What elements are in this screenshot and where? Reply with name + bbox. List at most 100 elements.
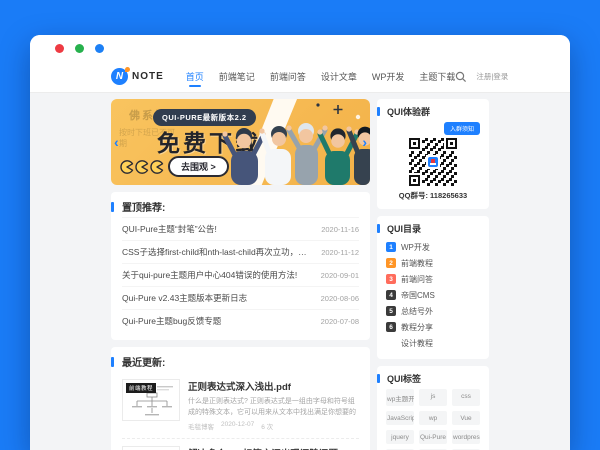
rank-badge: 1 (386, 242, 396, 252)
nav-item-home[interactable]: 首页 (186, 65, 204, 88)
directory-header: QUI目录 (377, 222, 480, 235)
pinned-post-date: 2020-08-06 (321, 294, 359, 303)
article-title[interactable]: 正则表达式深入浅出.pdf (188, 379, 359, 393)
pinned-post-title[interactable]: CSS子选择first-child和nth-last-child再次立功，你还没… (122, 246, 313, 258)
tag-item[interactable]: wp主题开发 (386, 389, 414, 406)
article-author[interactable]: 毛毯博客 (188, 421, 214, 431)
section-accent-bar (377, 107, 380, 116)
rank-badge: 3 (386, 274, 396, 284)
directory-item-frontend-tutorial[interactable]: 2 前端教程 (386, 255, 480, 271)
window-maximize-button[interactable] (95, 44, 104, 53)
rank-badge: 6 (386, 322, 396, 332)
rank-badge: 5 (386, 306, 396, 316)
pinned-posts-card: 置顶推荐: QUI-Pure主题“封笔”公告! 2020-11-16 CSS子选… (111, 192, 370, 340)
article-title[interactable]: 解决多个img标签之间出现间隙问题 (188, 446, 359, 450)
article-row[interactable]: 前端教程 (122, 372, 359, 439)
qq-group-card: QUI体验群 入群须知 (377, 99, 489, 209)
rank-badge: 2 (386, 258, 396, 268)
pinned-post-row[interactable]: CSS子选择first-child和nth-last-child再次立功，你还没… (122, 240, 359, 263)
directory-item-wp-dev[interactable]: 1 WP开发 (386, 239, 480, 255)
section-accent-bar (377, 374, 380, 383)
qq-group-header: QUI体验群 (377, 105, 480, 118)
qq-group-title: QUI体验群 (387, 105, 430, 118)
tag-item[interactable]: wp (419, 411, 447, 425)
nav-item-frontend-notes[interactable]: 前端笔记 (219, 65, 255, 88)
directory-item-label: 前端问答 (401, 274, 433, 285)
nav-item-wp-dev[interactable]: WP开发 (372, 65, 405, 88)
pinned-post-row[interactable]: Qui-Pure v2.43主题版本更新日志 2020-08-06 (122, 286, 359, 309)
register-login-link[interactable]: 注册|登录 (476, 71, 508, 82)
tags-header: QUI标签 (377, 372, 480, 385)
tag-item[interactable]: Vue (452, 411, 480, 425)
directory-item-summary[interactable]: 5 总结号外 (386, 303, 480, 319)
directory-item-label: 前端教程 (401, 258, 433, 269)
pacman-icons (119, 159, 165, 175)
section-accent-bar (111, 357, 114, 367)
article-thumbnail[interactable]: 前端教程 (122, 446, 180, 450)
window-close-button[interactable] (55, 44, 64, 53)
pinned-post-title[interactable]: QUI-Pure主题“封笔”公告! (122, 223, 217, 235)
directory-item-empirecms[interactable]: 4 帝国CMS (386, 287, 480, 303)
recent-updates-card: 最近更新: 前端教程 (111, 347, 370, 450)
tag-item[interactable]: js (419, 389, 447, 406)
tags-title: QUI标签 (387, 372, 421, 385)
pinned-post-title[interactable]: Qui-Pure主题bug反馈专题 (122, 315, 221, 327)
section-accent-bar (377, 224, 380, 233)
nav-item-frontend-qa[interactable]: 前端问答 (270, 65, 306, 88)
pinned-post-row[interactable]: QUI-Pure主题“封笔”公告! 2020-11-16 (122, 217, 359, 240)
rank-badge: 4 (386, 290, 396, 300)
group-notice-badge[interactable]: 入群须知 (444, 122, 480, 135)
pinned-post-date: 2020-11-16 (321, 225, 359, 234)
promo-banner[interactable]: 佛系搬砖 按时下班已不可期 QUI-PURE最新版本2.2 免费下载 去围观 > (111, 99, 370, 185)
pinned-post-date: 2020-11-12 (321, 248, 359, 257)
directory-item-label: 帝国CMS (401, 290, 435, 301)
banner-illustration (218, 99, 370, 185)
directory-card: QUI目录 1 WP开发 2 前端教程 3 前端问答 4 帝国CMS (377, 216, 489, 359)
tag-item[interactable]: wordpress (452, 430, 480, 444)
article-row[interactable]: 前端教程 (122, 439, 359, 450)
pinned-post-title[interactable]: 关于qui-pure主题用户中心404错误的使用方法! (122, 269, 297, 281)
carousel-next-icon[interactable]: › (362, 135, 367, 149)
directory-item-tutorial-share[interactable]: 6 教程分享 (386, 319, 480, 335)
directory-item-label: 教程分享 (401, 322, 433, 333)
tag-cloud: wp主题开发 js css JavaScript wp Vue jquery Q… (386, 389, 480, 450)
pinned-post-date: 2020-07-08 (321, 317, 359, 326)
pinned-post-row[interactable]: 关于qui-pure主题用户中心404错误的使用方法! 2020-09-01 (122, 263, 359, 286)
pinned-post-row[interactable]: Qui-Pure主题bug反馈专题 2020-07-08 (122, 309, 359, 332)
pinned-posts-title: 置顶推荐: (122, 199, 165, 214)
carousel-prev-icon[interactable]: ‹ (114, 135, 119, 149)
article-views: 6 次 (261, 421, 273, 431)
main-nav: 首页 前端笔记 前端问答 设计文章 WP开发 主题下载 (186, 65, 456, 88)
logo-icon: N (111, 68, 128, 85)
article-excerpt: 什么是正则表达式? 正则表达式是一组由字母和符号组成的特殊文本，它可以用来从文本… (188, 396, 359, 418)
browser-window: N NOTE 首页 前端笔记 前端问答 设计文章 WP开发 主题下载 注册|登录 (30, 35, 570, 450)
search-icon[interactable] (455, 71, 467, 83)
qq-group-number: QQ群号: 118265633 (386, 190, 480, 201)
thumbnail-category-badge: 前端教程 (126, 383, 156, 393)
directory-item-label: 总结号外 (401, 306, 433, 317)
directory-item-label: WP开发 (401, 242, 430, 253)
site-logo[interactable]: N NOTE (111, 68, 164, 85)
directory-item-design-tutorial[interactable]: 设计教程 (386, 335, 480, 351)
nav-item-design-articles[interactable]: 设计文章 (321, 65, 357, 88)
logo-text: NOTE (132, 71, 164, 82)
site-header: N NOTE 首页 前端笔记 前端问答 设计文章 WP开发 主题下载 注册|登录 (30, 61, 570, 93)
pinned-posts-header: 置顶推荐: (111, 199, 359, 214)
article-date: 2020-12-07 (221, 421, 254, 431)
recent-updates-header: 最近更新: (111, 354, 359, 369)
tags-card: QUI标签 wp主题开发 js css JavaScript wp Vue jq… (377, 366, 489, 450)
window-minimize-button[interactable] (75, 44, 84, 53)
tag-item[interactable]: css (452, 389, 480, 406)
nav-item-theme-download[interactable]: 主题下载 (419, 65, 455, 88)
recent-updates-title: 最近更新: (122, 354, 165, 369)
pinned-post-title[interactable]: Qui-Pure v2.43主题版本更新日志 (122, 292, 247, 304)
article-thumbnail[interactable]: 前端教程 (122, 379, 180, 421)
tag-item[interactable]: Qui-Pure (419, 430, 447, 444)
tag-item[interactable]: jquery (386, 430, 414, 444)
tag-item[interactable]: JavaScript (386, 411, 414, 425)
directory-item-label: 设计教程 (401, 338, 433, 349)
section-accent-bar (111, 202, 114, 212)
directory-item-frontend-qa[interactable]: 3 前端问答 (386, 271, 480, 287)
window-titlebar (30, 35, 570, 61)
directory-title: QUI目录 (387, 222, 421, 235)
